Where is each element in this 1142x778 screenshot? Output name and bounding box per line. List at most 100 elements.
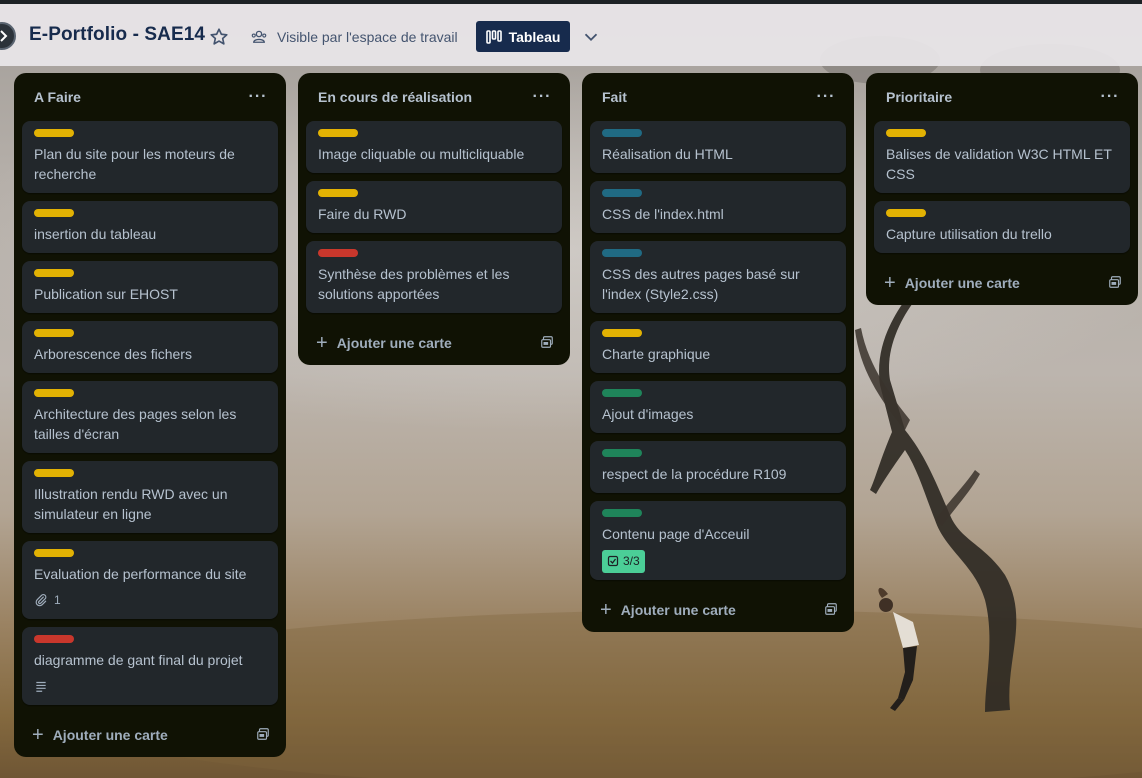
card[interactable]: Illustration rendu RWD avec un simulateu… bbox=[22, 461, 278, 533]
plus-icon: + bbox=[884, 272, 896, 294]
list-header: A Faire ··· bbox=[22, 73, 278, 121]
list-menu-button[interactable]: ··· bbox=[248, 89, 268, 105]
card-label[interactable] bbox=[34, 635, 74, 643]
card-title: Charte graphique bbox=[602, 346, 711, 362]
card[interactable]: Architecture des pages selon les tailles… bbox=[22, 381, 278, 453]
card[interactable]: diagramme de gant final du projet bbox=[22, 627, 278, 705]
template-icon bbox=[1109, 275, 1121, 288]
list-title[interactable]: En cours de réalisation bbox=[318, 89, 472, 105]
card-label[interactable] bbox=[602, 329, 642, 337]
card-label[interactable] bbox=[34, 209, 74, 217]
add-card-label: Ajouter une carte bbox=[52, 727, 168, 743]
add-card-button[interactable]: + Ajouter une carte bbox=[600, 600, 736, 620]
view-switcher-dropdown[interactable] bbox=[580, 26, 602, 48]
create-from-template-button[interactable] bbox=[256, 727, 270, 744]
chevron-right-icon bbox=[0, 30, 8, 42]
add-card-button[interactable]: + Ajouter une carte bbox=[884, 273, 1020, 293]
attachment-icon bbox=[35, 594, 47, 607]
card-label[interactable] bbox=[602, 449, 642, 457]
add-card-label: Ajouter une carte bbox=[336, 335, 452, 351]
card[interactable]: CSS de l'index.html bbox=[590, 181, 846, 233]
card-title: Image cliquable ou multicliquable bbox=[318, 146, 525, 162]
template-icon bbox=[825, 602, 837, 615]
card-title: Plan du site pour les moteurs de recherc… bbox=[34, 146, 235, 182]
card-label[interactable] bbox=[602, 129, 642, 137]
create-from-template-button[interactable] bbox=[824, 602, 838, 619]
card[interactable]: Charte graphique bbox=[590, 321, 846, 373]
card[interactable]: Contenu page d'Acceuil 3/3 bbox=[590, 501, 846, 580]
card-label[interactable] bbox=[34, 269, 74, 277]
card[interactable]: Evaluation de performance du site 1 bbox=[22, 541, 278, 619]
card[interactable]: Balises de validation W3C HTML ET CSS bbox=[874, 121, 1130, 193]
list-title[interactable]: Fait bbox=[602, 89, 627, 105]
list-menu-button[interactable]: ··· bbox=[816, 89, 836, 105]
people-icon bbox=[251, 30, 267, 43]
star-board-button[interactable] bbox=[208, 26, 230, 48]
card[interactable]: insertion du tableau bbox=[22, 201, 278, 253]
card-title: Evaluation de performance du site bbox=[34, 566, 247, 582]
add-card-label: Ajouter une carte bbox=[620, 602, 736, 618]
card-title: Arborescence des fichers bbox=[34, 346, 192, 362]
sidebar-toggle-button[interactable] bbox=[0, 22, 16, 50]
card[interactable]: Publication sur EHOST bbox=[22, 261, 278, 313]
add-card-row: + Ajouter une carte bbox=[590, 588, 846, 632]
card[interactable]: Faire du RWD bbox=[306, 181, 562, 233]
card-badges: 1 bbox=[34, 590, 266, 610]
card-title: Faire du RWD bbox=[318, 206, 407, 222]
add-card-row: + Ajouter une carte bbox=[306, 321, 562, 365]
list-menu-button[interactable]: ··· bbox=[1100, 89, 1120, 105]
checklist-badge: 3/3 bbox=[602, 549, 645, 573]
list-column: En cours de réalisation ··· Image cliquabl… bbox=[298, 73, 570, 365]
add-card-button[interactable]: + Ajouter une carte bbox=[32, 725, 168, 745]
card[interactable]: Capture utilisation du trello bbox=[874, 201, 1130, 253]
card-title: Balises de validation W3C HTML ET CSS bbox=[886, 146, 1112, 182]
list-column: Fait ··· Réalisation du HTML CSS de l'index… bbox=[582, 73, 854, 632]
list-title[interactable]: A Faire bbox=[34, 89, 81, 105]
add-card-row: + Ajouter une carte bbox=[22, 713, 278, 757]
card-label[interactable] bbox=[34, 469, 74, 477]
card-label[interactable] bbox=[34, 129, 74, 137]
create-from-template-button[interactable] bbox=[1108, 275, 1122, 292]
card[interactable]: Ajout d'images bbox=[590, 381, 846, 433]
board-view-button[interactable]: Tableau bbox=[476, 21, 570, 52]
card-title: insertion du tableau bbox=[34, 226, 157, 242]
visibility-button[interactable]: Visible par l'espace de travail bbox=[250, 25, 458, 49]
list-menu-button[interactable]: ··· bbox=[532, 89, 552, 105]
create-from-template-button[interactable] bbox=[540, 335, 554, 352]
plus-icon: + bbox=[600, 599, 612, 621]
checklist-count: 3/3 bbox=[623, 554, 640, 568]
card-label[interactable] bbox=[34, 389, 74, 397]
card-label[interactable] bbox=[886, 129, 926, 137]
card-label[interactable] bbox=[602, 189, 642, 197]
card-label[interactable] bbox=[602, 509, 642, 517]
card[interactable]: CSS des autres pages basé sur l'index (S… bbox=[590, 241, 846, 313]
card-label[interactable] bbox=[602, 389, 642, 397]
card[interactable]: Image cliquable ou multicliquable bbox=[306, 121, 562, 173]
board-view-icon bbox=[485, 29, 502, 44]
card-label[interactable] bbox=[318, 189, 358, 197]
card[interactable]: Synthèse des problèmes et les solutions … bbox=[306, 241, 562, 313]
star-icon bbox=[210, 28, 228, 45]
card[interactable]: respect de la procédure R109 bbox=[590, 441, 846, 493]
board-view-label: Tableau bbox=[508, 28, 561, 45]
card-label[interactable] bbox=[318, 249, 358, 257]
attachment-count: 1 bbox=[54, 593, 61, 607]
card-label[interactable] bbox=[602, 249, 642, 257]
chevron-down-icon bbox=[584, 33, 598, 42]
card-label[interactable] bbox=[886, 209, 926, 217]
card[interactable]: Plan du site pour les moteurs de recherc… bbox=[22, 121, 278, 193]
board-title[interactable]: E-Portfolio - SAE14 bbox=[29, 24, 205, 46]
add-card-button[interactable]: + Ajouter une carte bbox=[316, 333, 452, 353]
list-title[interactable]: Prioritaire bbox=[886, 89, 952, 105]
template-icon bbox=[257, 727, 269, 740]
card[interactable]: Réalisation du HTML bbox=[590, 121, 846, 173]
add-card-label: Ajouter une carte bbox=[904, 275, 1020, 291]
description-icon bbox=[36, 681, 46, 692]
card-label[interactable] bbox=[34, 329, 74, 337]
card-label[interactable] bbox=[318, 129, 358, 137]
card-label[interactable] bbox=[34, 549, 74, 557]
checkbox-icon bbox=[607, 555, 619, 567]
card[interactable]: Arborescence des fichers bbox=[22, 321, 278, 373]
card-title: Illustration rendu RWD avec un simulateu… bbox=[34, 486, 228, 522]
card-title: Architecture des pages selon les tailles… bbox=[34, 406, 237, 442]
